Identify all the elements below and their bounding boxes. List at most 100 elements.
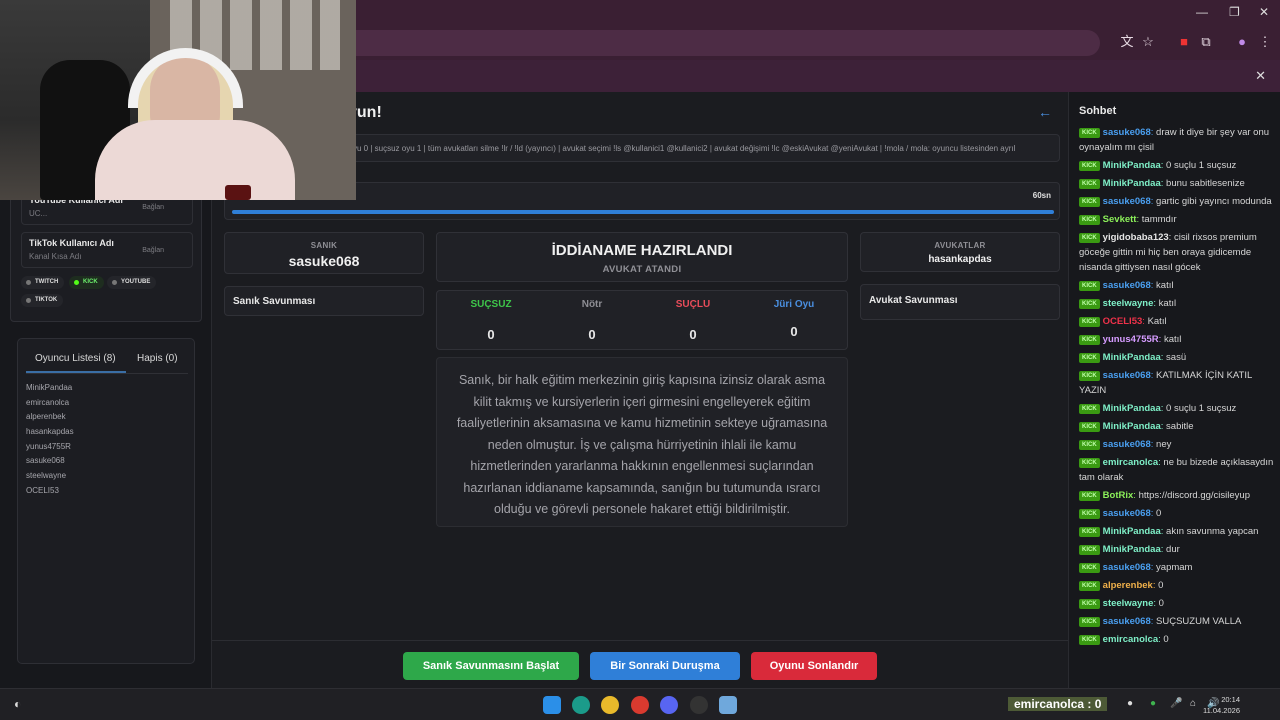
profile-avatar-icon[interactable]: ● xyxy=(1234,34,1250,50)
address-bar[interactable] xyxy=(300,30,1100,56)
clock[interactable]: 20:14 11.04.2026 xyxy=(1203,694,1240,716)
tiktok-username-field[interactable]: TikTok Kullanıcı Adı Kanal Kısa Adı Bağl… xyxy=(21,232,193,268)
list-item: emircanolca xyxy=(26,397,70,407)
extensions-puzzle-icon[interactable]: ⧉ xyxy=(1198,34,1214,50)
chat-username[interactable]: MinikPandaa xyxy=(1103,403,1161,414)
github-icon[interactable]: ● xyxy=(1127,698,1133,709)
bookmark-star-icon[interactable]: ☆ xyxy=(1140,34,1156,50)
kick-badge-icon: KICK xyxy=(1079,281,1100,291)
settings-icon[interactable] xyxy=(719,696,737,714)
defendant-defense-card[interactable]: Sanık Savunması xyxy=(224,286,424,316)
chat-text: dur xyxy=(1166,544,1180,555)
start-menu-icon[interactable] xyxy=(543,696,561,714)
chat-username[interactable]: sasuke068 xyxy=(1103,280,1151,291)
chat-message: KICK emircanolca: ne bu bizede açıklasayd… xyxy=(1079,457,1274,483)
chat-username[interactable]: sasuke068 xyxy=(1103,127,1151,138)
green-app-icon[interactable]: ● xyxy=(1150,698,1156,709)
chat-username[interactable]: sasuke068 xyxy=(1103,616,1151,627)
start-defense-button[interactable]: Sanık Savunmasını Başlat xyxy=(403,652,579,680)
timer-track xyxy=(232,210,1054,214)
chat-username[interactable]: sasuke068 xyxy=(1103,508,1151,519)
minimize-icon[interactable]: — xyxy=(1196,5,1208,19)
discord-icon[interactable] xyxy=(660,696,678,714)
chat-username[interactable]: sasuke068 xyxy=(1103,439,1151,450)
chat-username[interactable]: sasuke068 xyxy=(1103,196,1151,207)
chat-username[interactable]: MinikPandaa xyxy=(1103,160,1161,171)
chat-message: KICK sasuke068: SUÇSUZUM VALLA xyxy=(1079,614,1275,629)
edge-icon[interactable] xyxy=(572,696,590,714)
platform-badge-twitch[interactable]: TWITCH xyxy=(21,276,65,289)
next-trial-button[interactable]: Bir Sonraki Duruşma xyxy=(590,652,740,680)
chat-username[interactable]: BotRix xyxy=(1103,490,1134,501)
chat-username[interactable]: emircanolca xyxy=(1103,457,1158,468)
kick-badge-icon: KICK xyxy=(1079,599,1100,609)
app-red-icon[interactable] xyxy=(631,696,649,714)
chat-username[interactable]: OCELI53 xyxy=(1103,316,1143,327)
kick-badge-icon: KICK xyxy=(1079,458,1100,468)
chat-message: KICK MinikPandaa: sasü xyxy=(1079,350,1275,365)
kick-badge-icon: KICK xyxy=(1079,491,1100,501)
extension-badge-icon[interactable]: ■ xyxy=(1176,34,1192,50)
chat-username[interactable]: steelwayne xyxy=(1103,598,1154,609)
chat-username[interactable]: yigidobaba123 xyxy=(1103,232,1169,243)
kick-badge-icon: KICK xyxy=(1079,422,1100,432)
vote-label-neutral: Nötr xyxy=(581,299,603,310)
players-panel: Oyuncu Listesi (8) Hapis (0) MinikPandaa… xyxy=(17,338,195,664)
kick-badge-icon: KICK xyxy=(1079,440,1100,450)
chat-username[interactable]: yunus4755R xyxy=(1103,334,1159,345)
tab-divider xyxy=(26,373,188,374)
vote-count-jury: 0 xyxy=(790,324,798,339)
kick-badge-icon: KICK xyxy=(1079,581,1100,591)
kick-badge-icon: KICK xyxy=(1079,617,1100,627)
list-item: MinikPandaa xyxy=(26,383,73,392)
end-game-button[interactable]: Oyunu Sonlandır xyxy=(751,652,877,680)
youtube-connect-button[interactable]: Bağlan xyxy=(142,204,164,211)
chrome-icon[interactable] xyxy=(601,696,619,714)
action-bar: Sanık Savunmasını Başlat Bir Sonraki Dur… xyxy=(212,640,1068,688)
tab-player-list[interactable]: Oyuncu Listesi (8) xyxy=(35,353,116,364)
chat-text: sasü xyxy=(1166,352,1187,363)
network-icon[interactable]: ⌂ xyxy=(1190,698,1196,709)
platform-badge-youtube[interactable]: YOUTUBE xyxy=(107,276,157,289)
chat-message: KICK sasuke068: KATILMAK İÇİN KATIL YAZIN xyxy=(1079,370,1252,396)
chat-message: KICK MinikPandaa: dur xyxy=(1079,542,1275,557)
chat-text: 0 suçlu 1 suçsuz xyxy=(1166,403,1237,414)
tab-jail[interactable]: Hapis (0) xyxy=(137,353,178,364)
webcam-overlay xyxy=(0,0,356,200)
chat-username[interactable]: MinikPandaa xyxy=(1103,421,1161,432)
chat-username[interactable]: sasuke068 xyxy=(1103,370,1151,381)
kick-badge-icon: KICK xyxy=(1079,404,1100,414)
chat-message: KICK MinikPandaa: bunu sabitlesenize xyxy=(1079,176,1275,191)
browser-menu-icon[interactable]: ⋮ xyxy=(1257,34,1273,50)
translate-icon[interactable]: 文 xyxy=(1119,34,1135,50)
kick-badge-icon: KICK xyxy=(1079,509,1100,519)
chat-username[interactable]: MinikPandaa xyxy=(1103,526,1161,537)
chat-username[interactable]: emircanolca xyxy=(1103,634,1158,645)
kick-badge-icon: KICK xyxy=(1079,353,1100,363)
platform-badge-kick[interactable]: KICK xyxy=(69,276,104,289)
chat-message: KICK OCELI53: Katıl xyxy=(1079,314,1275,329)
lawyer-defense-card[interactable]: Avukat Savunması xyxy=(860,284,1060,320)
obs-icon[interactable] xyxy=(690,696,708,714)
chat-username[interactable]: MinikPandaa xyxy=(1103,352,1161,363)
widgets-icon[interactable]: ◐ xyxy=(14,697,21,711)
platform-badge-tiktok[interactable]: TIKTOK xyxy=(21,294,64,307)
back-arrow-icon[interactable]: ← xyxy=(1038,104,1052,120)
chat-username[interactable]: MinikPandaa xyxy=(1103,544,1161,555)
chat-username[interactable]: sasuke068 xyxy=(1103,562,1151,573)
chat-text: sabitle xyxy=(1166,421,1194,432)
kick-badge-icon: KICK xyxy=(1079,128,1100,138)
chat-username[interactable]: MinikPandaa xyxy=(1103,178,1161,189)
kick-badge-icon: KICK xyxy=(1079,215,1100,225)
chat-message: KICK yunus4755R: katıl xyxy=(1079,332,1275,347)
microphone-icon[interactable]: 🎤 xyxy=(1170,698,1182,709)
close-window-icon[interactable]: ✕ xyxy=(1259,5,1269,19)
chat-username[interactable]: Sevkett xyxy=(1103,214,1137,225)
restore-icon[interactable]: ❐ xyxy=(1229,5,1240,19)
chat-message: KICK sasuke068: gartic gibi yayıncı modun… xyxy=(1079,194,1275,209)
chat-username[interactable]: steelwayne xyxy=(1103,298,1154,309)
tiktok-connect-button[interactable]: Bağlan xyxy=(142,247,164,254)
chat-username[interactable]: alperenbek xyxy=(1103,580,1153,591)
info-bar-close-icon[interactable]: ✕ xyxy=(1255,68,1266,84)
vote-label-jury: Jüri Oyu xyxy=(773,299,815,310)
